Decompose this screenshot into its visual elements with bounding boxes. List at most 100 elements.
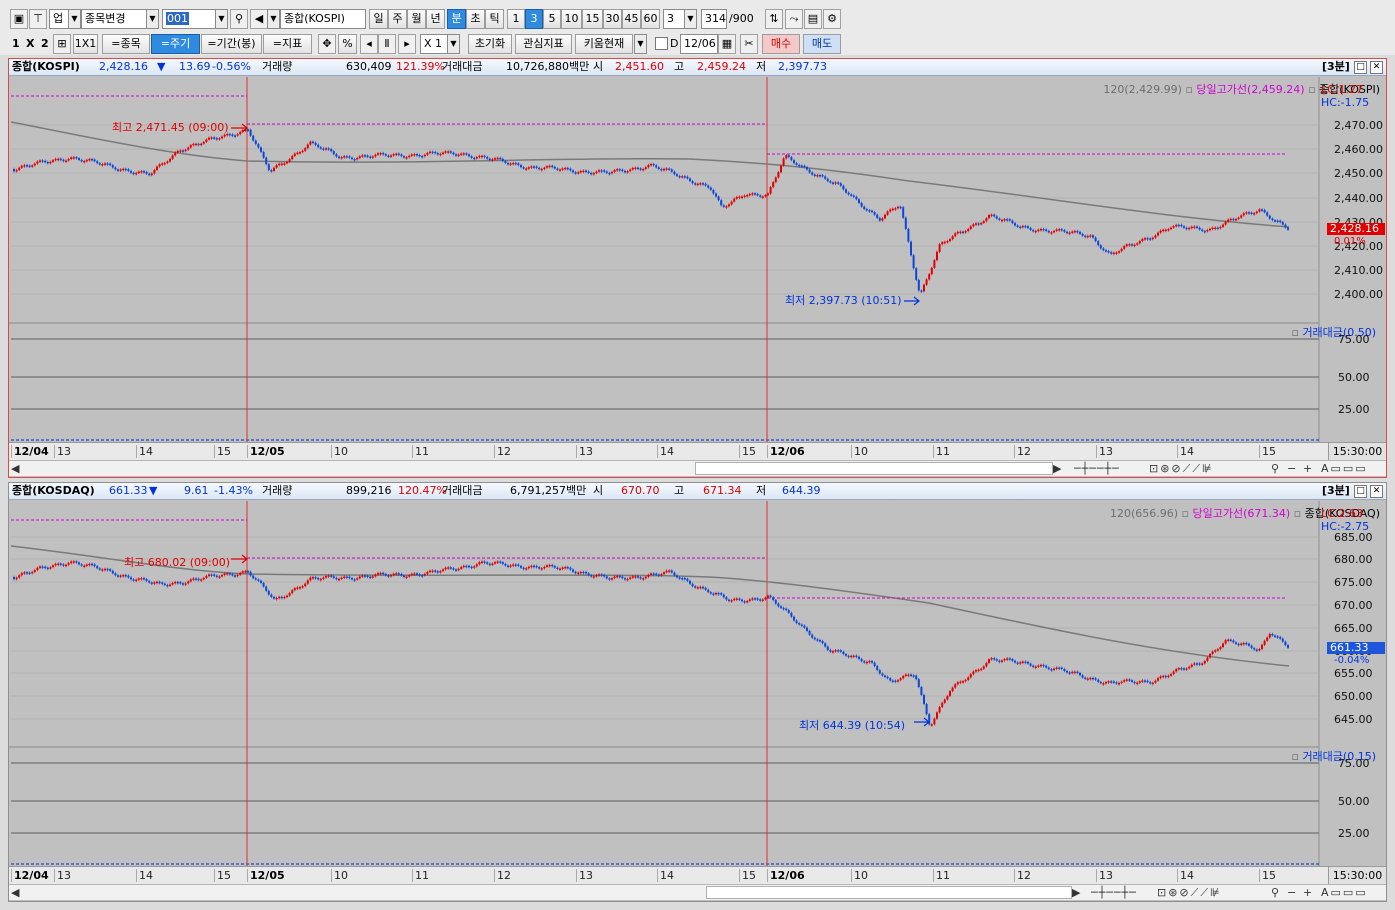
zoom-icon[interactable]: ⚲ (1271, 885, 1279, 900)
chart-scrollbar[interactable]: ◀ ▶ ─┼──┼─ ⊡⊛⊘⟋⟋⊯ ⚲ − + A▭▭▭ (9, 884, 1386, 900)
symbol-change-select[interactable]: 종목변경 (81, 9, 147, 29)
num-45[interactable]: 45 (622, 9, 641, 29)
period-tick[interactable]: 틱 (485, 9, 504, 29)
chevron-down-icon[interactable]: ▼ (146, 9, 159, 29)
y-tick-label: 2,410.00 (1334, 264, 1383, 277)
layout-1[interactable]: 1 (12, 37, 20, 50)
zoom-slider-icon[interactable]: ─┼──┼─ (1091, 885, 1137, 900)
date-checkbox[interactable] (655, 37, 668, 50)
period-second[interactable]: 초 (466, 9, 485, 29)
calendar-icon[interactable]: ▦ (718, 34, 736, 54)
eq-indicator-button[interactable]: =지표 (263, 34, 312, 54)
minus-icon[interactable]: − (1287, 885, 1296, 900)
draw-icon[interactable]: ⤳ (785, 9, 803, 29)
maximize-icon[interactable]: □ (1354, 61, 1367, 74)
pause-icon[interactable]: Ⅱ (378, 34, 396, 54)
scroll-right-icon[interactable]: ▶ (1072, 885, 1080, 900)
maximize-icon[interactable]: □ (1354, 485, 1367, 498)
high-annotation: 최고 2,471.45 (09:00) (112, 121, 229, 134)
next-icon[interactable]: ▸ (398, 34, 416, 54)
period-minute[interactable]: 분 (447, 9, 466, 29)
num-1[interactable]: 1 (507, 9, 525, 29)
x-tick-label: 12/04 (11, 869, 49, 882)
minus-icon[interactable]: − (1287, 461, 1296, 476)
n-value-input[interactable]: 3 (663, 9, 685, 29)
x-tick-label: 15 (1259, 869, 1276, 882)
percent-button[interactable]: % (338, 34, 357, 54)
scroll-thumb[interactable] (706, 886, 1072, 899)
num-60[interactable]: 60 (641, 9, 660, 29)
speaker-icon[interactable]: ◀ (250, 9, 268, 29)
lc-value: LC:1.27 (1321, 83, 1364, 96)
hc-value: HC:-1.75 (1321, 96, 1370, 109)
extra-tools-icon[interactable]: A▭▭▭ (1321, 885, 1368, 900)
index-name-field[interactable]: 종합(KOSPI) (280, 9, 366, 29)
period-week[interactable]: 주 (388, 9, 407, 29)
move-icon[interactable]: ✥ (318, 34, 336, 54)
count-max: /900 (729, 12, 754, 25)
num-3[interactable]: 3 (525, 9, 543, 29)
kiwoom-current-button[interactable]: 키움현재 (575, 34, 633, 54)
scroll-thumb[interactable] (695, 462, 1053, 475)
code-input[interactable]: 001 (162, 9, 216, 29)
pin-icon[interactable]: ⊤ (29, 9, 47, 29)
amount-label: 거래대금 (442, 60, 483, 73)
x-tick-label: 14 (1177, 445, 1194, 458)
market-select[interactable]: 업 (49, 9, 69, 29)
scissors-icon[interactable]: ✂ (740, 34, 758, 54)
plus-icon[interactable]: + (1303, 461, 1312, 476)
draw-tools-icon[interactable]: ⊡⊛⊘⟋⟋⊯ (1149, 461, 1214, 476)
chart-scrollbar[interactable]: ◀ ▶ ─┼──┼─ ⊡⊛⊘⟋⟋⊯ ⚲ − + A▭▭▭ (9, 460, 1386, 476)
scroll-left-icon[interactable]: ◀ (11, 461, 19, 476)
period-month[interactable]: 월 (407, 9, 426, 29)
scroll-left-icon[interactable]: ◀ (11, 885, 19, 900)
num-15[interactable]: 15 (582, 9, 603, 29)
y-tick-label: 680.00 (1334, 553, 1373, 566)
eq-stock-button[interactable]: =종목 (102, 34, 150, 54)
num-5[interactable]: 5 (543, 9, 561, 29)
prev-icon[interactable]: ◂ (360, 34, 378, 54)
period-year[interactable]: 년 (426, 9, 445, 29)
period-day[interactable]: 일 (369, 9, 388, 29)
search-icon[interactable]: ⚲ (230, 9, 248, 29)
speed-select[interactable]: X 1 (420, 34, 448, 54)
close-icon[interactable]: ✕ (1370, 61, 1383, 74)
date-input[interactable]: 12/06 (680, 34, 718, 54)
layout-2[interactable]: 2 (41, 37, 49, 50)
ma-legend: 120(656.96) (1110, 507, 1179, 520)
chevron-down-icon[interactable]: ▼ (634, 34, 647, 54)
scroll-right-icon[interactable]: ▶ (1053, 461, 1061, 476)
plus-icon[interactable]: + (1303, 885, 1312, 900)
zoom-slider-icon[interactable]: ─┼──┼─ (1074, 461, 1120, 476)
chevron-down-icon[interactable]: ▼ (68, 9, 81, 29)
close-icon[interactable]: ✕ (1370, 485, 1383, 498)
window-icon[interactable]: ▣ (10, 9, 28, 29)
layout-1x1-button[interactable]: 1X1 (73, 34, 98, 54)
extra-tools-icon[interactable]: A▭▭▭ (1321, 461, 1368, 476)
tools-icon[interactable]: ⇅ (765, 9, 783, 29)
eq-term-button[interactable]: =기간(봉) (201, 34, 262, 54)
count-input[interactable]: 314 (701, 9, 727, 29)
chevron-down-icon[interactable]: ▼ (684, 9, 697, 29)
sell-button[interactable]: 매도 (803, 34, 841, 54)
layout-x[interactable]: X (26, 37, 34, 50)
reset-button[interactable]: 초기화 (468, 34, 512, 54)
chevron-down-icon[interactable]: ▼ (215, 9, 228, 29)
num-10[interactable]: 10 (561, 9, 582, 29)
num-30[interactable]: 30 (603, 9, 622, 29)
chevron-down-icon[interactable]: ▼ (447, 34, 460, 54)
x-tick-label: 11 (933, 869, 950, 882)
eq-period-button[interactable]: =주기 (151, 34, 200, 54)
interest-indicator-button[interactable]: 관심지표 (515, 34, 572, 54)
high-arrow (231, 554, 248, 564)
zoom-icon[interactable]: ⚲ (1271, 461, 1279, 476)
buy-button[interactable]: 매수 (762, 34, 800, 54)
x-tick-label: 12/06 (767, 445, 805, 458)
gear-icon[interactable]: ⚙ (823, 9, 841, 29)
amount: 10,726,880백만 (506, 60, 590, 73)
draw-tools-icon[interactable]: ⊡⊛⊘⟋⟋⊯ (1157, 885, 1222, 900)
y-tick-label: 685.00 (1334, 531, 1373, 544)
save-icon[interactable]: ▤ (804, 9, 822, 29)
grid-icon[interactable]: ⊞ (53, 34, 71, 54)
chevron-down-icon[interactable]: ▼ (267, 9, 280, 29)
